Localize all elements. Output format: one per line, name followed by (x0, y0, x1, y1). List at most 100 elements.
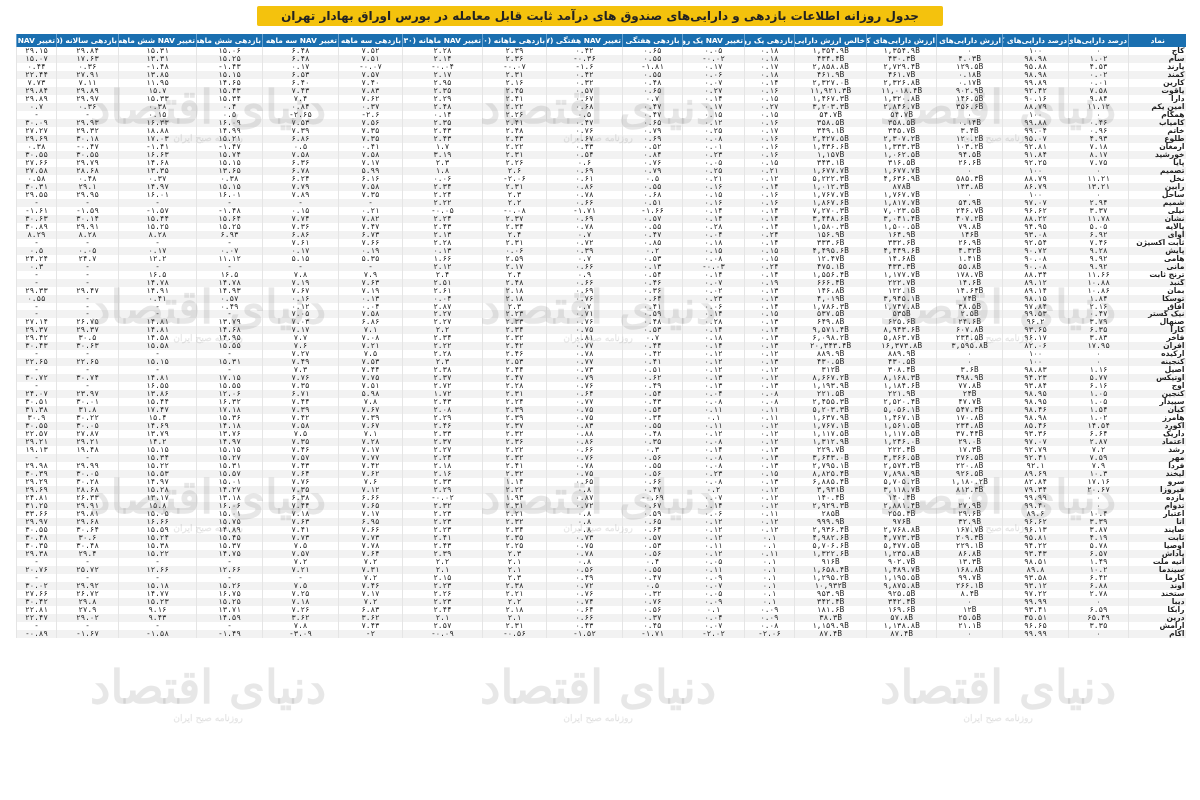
table-cell: ۲۹.۶۹ (16, 486, 57, 495)
table-cell: ۱۵.۷۴ (196, 150, 263, 159)
table-cell: ۰.۱۴ (744, 222, 795, 231)
table-cell: ۰ (1068, 502, 1129, 511)
table-cell: ۳.۱۹ (402, 150, 483, 159)
fund-symbol-cell: آفاق (1128, 302, 1186, 311)
table-cell: ۹۵.۸۸ (1002, 62, 1069, 71)
table-cell: - (118, 198, 197, 207)
fund-symbol-cell: صایند (1128, 526, 1186, 535)
table-cell: ۱.۷ (402, 142, 483, 151)
table-cell: ۱,۳۵۴.۹B (794, 47, 867, 55)
table-cell: ۱,۳۵۴.۹B (866, 47, 937, 55)
table-cell: ۲۷.۲۷ (16, 126, 57, 135)
table-cell: ۱۷.۳B (936, 446, 1003, 455)
table-cell: ۱.۵۴ (1068, 406, 1129, 415)
table-cell: ۲۹.۹۵ (56, 190, 119, 199)
table-cell: ۱,۶۷۷.۷B (794, 166, 867, 175)
table-cell: ۰.۱۳ (682, 374, 745, 383)
table-cell: ۱۵.۲۳ (118, 597, 197, 606)
table-cell: ۲.۳۹ (482, 406, 547, 415)
table-cell: ۲.۴۴ (482, 366, 547, 375)
column-header: تغییر NAV یک روزه (682, 34, 745, 47)
table-row: اوتیکس ۵.۷۷ ۹۴.۲۳ ۴۹۸.۹B ۸,۱۶۸.۳B ۸,۶۶۷.۲B ۰.۱… (16, 374, 1186, 383)
table-cell: ۰.۱۶ (744, 150, 795, 159)
fund-symbol-cell: پایا (1128, 158, 1186, 167)
table-cell: ۷.۲ (262, 558, 339, 566)
table-cell: ۰.۴۱ (118, 294, 197, 303)
table-cell: ۰.۲۷ (682, 86, 745, 95)
table-cell: - (56, 350, 119, 359)
table-cell: ۲.۱۸ (482, 605, 547, 614)
table-cell: ۱۵.۵۸ (118, 342, 197, 351)
table-cell: ۷.۳۵ (338, 190, 403, 199)
table-cell: ۷.۶۴ (262, 470, 339, 479)
table-cell: ۰.۶۶ (546, 446, 623, 455)
table-cell: ۹۳.۱۲ (1002, 581, 1069, 590)
table-cell: ۱,۷۶۷.۷B (794, 190, 867, 199)
table-cell: - (56, 278, 119, 287)
table-cell: ۱۹.۱۳ (16, 446, 57, 455)
table-cell: ۱۷.۴۷ (118, 406, 197, 415)
table-cell: ۹۲.۲۵ (1002, 158, 1069, 167)
table-cell: ۰.۸۱ (546, 334, 623, 343)
table-cell: ۰.۳۵ (622, 438, 683, 447)
table-row: ثابت اکسیژن ۷.۴۶ ۹۲.۵۴ ۲۶.۹B ۳۳۲.۶B ۳۳۳.۶B ۰.۱… (16, 238, 1186, 247)
fund-symbol-cell: پایش (1128, 246, 1186, 255)
table-cell: ۱۰.۳ (1068, 470, 1129, 479)
table-cell: ۷۹.۳۴ (1002, 486, 1069, 495)
table-cell: ۱۵.۴۳ (196, 86, 263, 95)
table-cell: ۲۰.۷۶ (16, 565, 57, 574)
table-cell: ۱۰۰ (1002, 47, 1069, 55)
table-cell: ۱,۳۳۳.۳B (866, 142, 937, 151)
fund-symbol-cell: رشد (1128, 446, 1186, 455)
table-cell: ۷.۱ (338, 326, 403, 335)
table-cell: ۳.۶B (936, 366, 1003, 375)
table-row: رشد ۷.۲ ۹۲.۷۹ ۱۷.۳B ۲۲۲.۴B ۲۲۹.۷B ۰.۱۳ ۰.۱۴ ۰.۳ ۰… (16, 446, 1186, 455)
table-cell: ۲.۱ (482, 558, 547, 566)
table-cell: ۳۵۸.۵B (866, 118, 937, 127)
table-cell: ۰ (936, 358, 1003, 367)
table-cell: ۱۵.۱۵ (118, 446, 197, 455)
table-cell: ۰.۱۵ (682, 246, 745, 255)
table-cell: ۰.۵۲ (622, 142, 683, 151)
table-cell: ۱.۰۲ (1068, 414, 1129, 423)
table-cell: ۱۲.۶۶ (196, 565, 263, 574)
table-cell: ۰.۳۸ (196, 174, 263, 183)
table-cell: ۰.۷ (622, 334, 683, 343)
fund-symbol-cell: نخل (1128, 174, 1186, 183)
table-cell: ۴۳۰.۵B (866, 358, 937, 367)
table-cell: ۰.۶۸ (546, 102, 623, 111)
table-cell: ۲۹.۶B (936, 510, 1003, 519)
table-cell: ۰.۰۲ (1068, 70, 1129, 79)
table-cell: ۲.۳۱ (482, 150, 547, 159)
table-cell: ۱.۵۲- (546, 629, 623, 638)
fund-symbol-cell: کنجینه (1128, 358, 1186, 367)
table-cell: ۳۰.۰۱ (56, 398, 119, 407)
table-cell: ۰.۰۸ (682, 478, 745, 487)
table-cell: ۰.۲۷ (744, 102, 795, 111)
table-cell: ۸.۲۹ (16, 230, 57, 239)
table-cell: ۷۷.۸B (936, 382, 1003, 391)
table-row: کاج ۰ ۱۰۰ ۰ ۱,۳۵۴.۹B ۱,۳۵۴.۹B ۰.۱۸ ۰.۰۵ ۰.۶۵ ۰.۴۲… (16, 47, 1186, 55)
table-cell: ۳,۲۰۳.۳B (794, 102, 867, 111)
table-cell: ۱۴.۷۸ (118, 278, 197, 287)
table-cell: ۲.۲۵ (482, 542, 547, 551)
table-cell: ۲.۴۱ (482, 94, 547, 103)
table-cell: ۷.۱ (338, 430, 403, 439)
table-cell: ۰.۵۴ (546, 150, 623, 159)
table-cell: ۱,۵۵۶.۴B (794, 270, 867, 279)
table-cell: ۰.۲ (622, 246, 683, 255)
table-cell: ۰.۷۳ (546, 366, 623, 375)
table-cell: ۱۳.۳۵ (118, 166, 197, 175)
table-cell: ۶۶۶.۴B (794, 278, 867, 287)
table-cell: ۰.۷۶ (546, 382, 623, 391)
table-cell: ۱.۸ (402, 166, 483, 175)
fund-symbol-cell: درین (1128, 613, 1186, 622)
table-cell: ۲۷.۸۷ (56, 430, 119, 439)
table-cell: ۰.۱۸ (744, 70, 795, 79)
table-cell: ۹۶.۱۷ (1002, 334, 1069, 343)
table-cell: ۰.۵ (622, 174, 683, 183)
table-cell: ۲۹.۹۱ (56, 502, 119, 511)
table-cell: ۲.۲۳ (402, 581, 483, 590)
table-row: کارا ۶.۳۵ ۹۳.۶۵ ۶۰۷.۸B ۸,۹۴۳.۶B ۹,۵۷۱.۴B ۰.۱۴ ۰… (16, 326, 1186, 335)
table-cell: ۹۴.۵B (936, 150, 1003, 159)
